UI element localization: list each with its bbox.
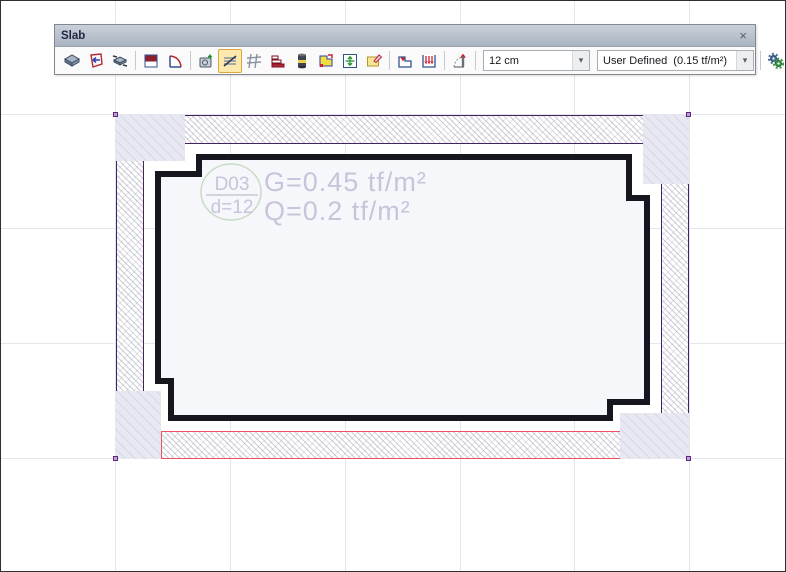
step-section-button[interactable] — [266, 49, 290, 73]
hatch-display-icon — [223, 54, 237, 67]
close-icon[interactable]: × — [737, 29, 749, 42]
toolbar-separator — [760, 51, 761, 70]
slab-toolbar-window: Slab × 12 cm ▾ User Defined (0.15 tf/m²)… — [54, 24, 785, 75]
selection-handle-top-right[interactable] — [686, 112, 691, 117]
dead-load-label: G=0.45 tf/m² — [264, 167, 427, 197]
slope-angle-button[interactable] — [448, 49, 472, 73]
drop-panel-button[interactable] — [393, 49, 417, 73]
erase-region-button[interactable] — [362, 49, 386, 73]
settings-gears-icon — [767, 52, 785, 69]
selection-handle-bottom-right[interactable] — [686, 456, 691, 461]
titlebar[interactable]: Slab × — [55, 25, 755, 47]
toolbar: 12 cm ▾ User Defined (0.15 tf/m²) ▾ — [55, 47, 785, 74]
erase-region-icon — [367, 53, 383, 66]
live-load-label: Q=0.2 tf/m² — [264, 196, 411, 226]
selection-handle-bottom-left[interactable] — [113, 456, 118, 461]
load-value: User Defined (0.15 tf/m²) — [603, 54, 728, 67]
toolbar-separator — [444, 51, 445, 70]
settings-button[interactable] — [764, 49, 785, 73]
import-polygon-button[interactable] — [84, 49, 108, 73]
slab-thickness-label: d=12 — [211, 197, 254, 218]
span-direction-button[interactable] — [338, 49, 362, 73]
half-section-icon — [144, 54, 158, 67]
new-slab-button[interactable] — [60, 49, 84, 73]
match-properties-button[interactable] — [108, 49, 132, 73]
chevron-down-icon[interactable]: ▾ — [572, 51, 589, 70]
selection-handle-top-left[interactable] — [113, 112, 118, 117]
slab-drawing: D03 d=12 G=0.45 tf/m² Q=0.2 tf/m² — [155, 154, 650, 421]
stamp-properties-icon — [199, 54, 212, 67]
arc-edge-icon — [169, 54, 182, 68]
toolbar-separator — [190, 51, 191, 70]
slab-id-label: D03 — [215, 174, 250, 195]
stamp-properties-button[interactable] — [194, 49, 218, 73]
toolbar-separator — [475, 51, 476, 70]
area-load-icon — [422, 54, 436, 68]
edit-region-icon — [319, 53, 333, 67]
slope-angle-icon — [453, 53, 466, 68]
step-section-icon — [271, 55, 285, 67]
mesh-display-button[interactable] — [242, 49, 266, 73]
thickness-dropdown[interactable]: 12 cm ▾ — [483, 50, 590, 71]
edit-region-button[interactable] — [314, 49, 338, 73]
cad-canvas[interactable]: D03 d=12 G=0.45 tf/m² Q=0.2 tf/m² Slab × — [0, 0, 786, 572]
chevron-down-icon[interactable]: ▾ — [736, 51, 753, 70]
mesh-display-icon — [246, 53, 262, 68]
window-title: Slab — [61, 29, 86, 42]
toolbar-separator — [389, 51, 390, 70]
new-slab-icon — [63, 53, 81, 67]
arc-edge-button[interactable] — [163, 49, 187, 73]
column-light-icon — [298, 53, 306, 68]
column-light-button[interactable] — [290, 49, 314, 73]
area-load-button[interactable] — [417, 49, 441, 73]
hatch-display-button[interactable] — [218, 48, 242, 73]
span-direction-icon — [343, 53, 357, 68]
drop-panel-icon — [398, 55, 412, 68]
load-dropdown[interactable]: User Defined (0.15 tf/m²) ▾ — [597, 50, 754, 71]
match-properties-icon — [112, 54, 128, 67]
thickness-value: 12 cm — [489, 54, 519, 67]
toolbar-separator — [135, 51, 136, 70]
half-section-button[interactable] — [139, 49, 163, 73]
import-polygon-icon — [90, 52, 103, 68]
